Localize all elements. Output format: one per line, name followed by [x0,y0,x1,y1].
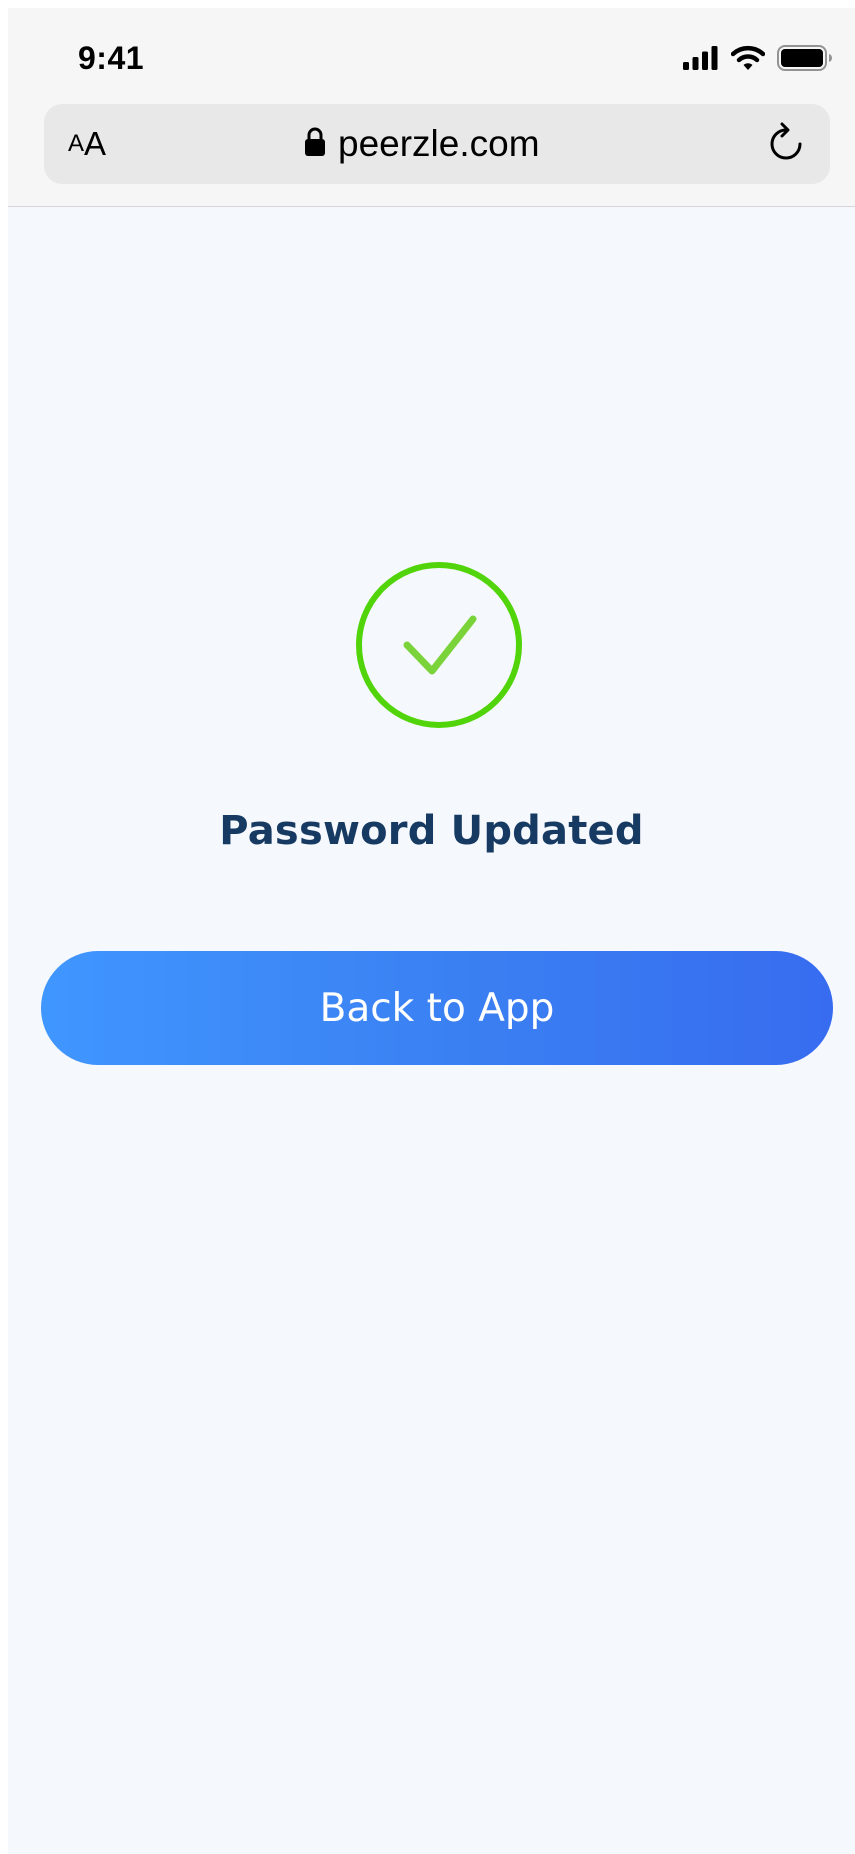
status-icons [683,44,833,76]
browser-chrome: 9:41 A A peerzle.com [8,8,855,207]
back-to-app-button[interactable]: Back to App [41,951,833,1065]
url-field[interactable]: peerzle.com [304,112,584,176]
status-bar: 9:41 [8,8,855,108]
check-circle-icon [352,558,526,732]
page-title: Password Updated [219,808,644,854]
address-bar[interactable]: AA peerzle.com [44,104,830,184]
lock-icon [304,127,326,162]
wifi-icon [730,45,766,76]
phone-screen: 9:41 A A peerzle.com Password Updated Ba… [8,8,855,1854]
reload-button[interactable] [762,120,810,168]
text-size-small-label: A [68,130,85,157]
reload-icon [767,122,805,167]
battery-icon [777,44,833,76]
url-text: peerzle.com [338,123,540,164]
cellular-signal-icon [683,45,719,75]
text-size-button[interactable]: AA [62,112,272,176]
text-size-large-label: A [84,125,107,162]
status-time: 9:41 [78,40,145,76]
